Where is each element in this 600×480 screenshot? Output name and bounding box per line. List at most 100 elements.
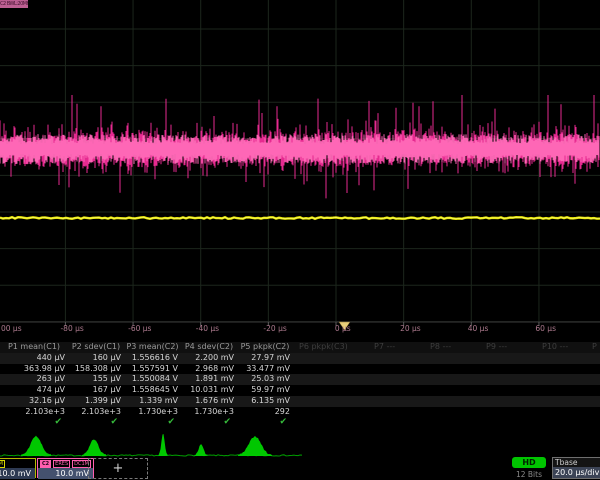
measure-cell-empty xyxy=(368,353,424,364)
measure-histicon xyxy=(159,434,168,456)
measure-histicon xyxy=(195,444,208,456)
measure-cell-value: 1.556616 V xyxy=(124,353,181,364)
measure-cell-max: 474 µV xyxy=(0,385,68,396)
measure-cell-empty xyxy=(293,374,368,385)
measure-header[interactable]: P5 pkpk(C2) xyxy=(237,342,293,353)
measure-cell-empty xyxy=(293,385,368,396)
measure-cell-empty xyxy=(293,353,368,364)
timebase-value: 20.0 µs/div xyxy=(553,467,600,478)
measure-header-inactive[interactable]: P9 --- xyxy=(480,342,536,353)
measure-header-inactive[interactable]: P10 --- xyxy=(536,342,586,353)
measure-cell-mean: 2.968 mV xyxy=(181,364,237,375)
measure-cell-empty xyxy=(480,364,536,375)
measure-cell-num: 1.730e+3 xyxy=(124,407,181,418)
measure-cell-value: 27.97 mV xyxy=(237,353,293,364)
measure-cell-empty xyxy=(536,374,586,385)
measure-cell-min: 263 µV xyxy=(0,374,68,385)
add-trace-button[interactable]: + xyxy=(88,458,148,479)
timebase-descriptor[interactable]: Tbase 20.0 µs/div xyxy=(552,457,600,479)
measure-cell-min: 25.03 mV xyxy=(237,374,293,385)
measure-cell-empty xyxy=(424,396,480,407)
time-axis-label: -20 µs xyxy=(263,324,286,333)
time-axis-label: 00 µs xyxy=(1,324,22,333)
measure-cell-empty xyxy=(293,364,368,375)
c2-volts-div: 10.0 mV xyxy=(38,468,93,479)
measure-header-inactive[interactable]: P xyxy=(586,342,600,353)
hd-bits-label: 12 Bits xyxy=(510,470,548,479)
measure-cell-empty xyxy=(368,396,424,407)
measure-cell-sdev: 1.339 mV xyxy=(124,396,181,407)
measure-cell-max: 10.031 mV xyxy=(181,385,237,396)
channel-c2-descriptor[interactable]: C2ERESDC1M 10.0 mV xyxy=(37,458,94,478)
graticule[interactable] xyxy=(0,0,600,338)
measure-cell-empty xyxy=(368,407,424,418)
measure-cell-mean: 1.557591 V xyxy=(124,364,181,375)
measure-cell-num: 2.103e+3 xyxy=(68,407,124,418)
measure-cell-value: 160 µV xyxy=(68,353,124,364)
measure-header[interactable]: P4 sdev(C2) xyxy=(181,342,237,353)
descriptor-bar: C1DC1M 10.0 mV C2ERESDC1M 10.0 mV + HD 1… xyxy=(0,457,600,480)
channel-c1-descriptor[interactable]: C1DC1M 10.0 mV xyxy=(0,458,36,478)
trace-label-badge[interactable]: C2 BWL:20MHz xyxy=(0,0,28,8)
measure-cell-min: 1.550084 V xyxy=(124,374,181,385)
measure-cell-sdev: 6.135 mV xyxy=(237,396,293,407)
coupling-badge-dc1m: DC1M xyxy=(0,460,5,468)
measure-cell-empty xyxy=(293,407,368,418)
measure-cell-empty xyxy=(536,364,586,375)
measure-header-inactive[interactable]: P6 pkpk(C3) xyxy=(293,342,368,353)
measure-cell-empty xyxy=(293,418,368,427)
measure-cell-empty xyxy=(536,418,586,427)
measure-header-inactive[interactable]: P7 --- xyxy=(368,342,424,353)
coupling-badge-eres: ERES xyxy=(53,460,70,468)
measure-histicon xyxy=(21,436,51,456)
measure-cell-num: 1.730e+3 xyxy=(181,407,237,418)
measure-cell-max: 167 µV xyxy=(68,385,124,396)
measure-cell-empty xyxy=(368,364,424,375)
measure-cell-empty xyxy=(536,407,586,418)
measure-cell-empty xyxy=(368,418,424,427)
measure-cell-max: 59.97 mV xyxy=(237,385,293,396)
measure-cell-empty xyxy=(424,364,480,375)
coupling-badge-c2: C2 xyxy=(40,460,51,468)
measure-cell-empty xyxy=(424,407,480,418)
measure-cell-mean: 158.308 µV xyxy=(68,364,124,375)
measure-cell-num: 2.103e+3 xyxy=(0,407,68,418)
measure-header[interactable]: P2 sdev(C1) xyxy=(68,342,124,353)
measure-cell-num: 292 xyxy=(237,407,293,418)
time-axis: 00 µs-80 µs-60 µs-40 µs-20 µs0 µs20 µs40… xyxy=(0,323,600,336)
time-axis-label: 20 µs xyxy=(400,324,421,333)
measure-cell-empty xyxy=(536,396,586,407)
measure-cell-sdev: 1.399 µV xyxy=(68,396,124,407)
oscilloscope-screen: C2 BWL:20MHz 00 µs-80 µs-60 µs-40 µs-20 … xyxy=(0,0,600,480)
time-axis-label: 40 µs xyxy=(468,324,489,333)
time-axis-label: -40 µs xyxy=(196,324,219,333)
measure-cell-empty xyxy=(480,407,536,418)
measure-cell-empty xyxy=(586,418,600,427)
time-axis-label: 60 µs xyxy=(535,324,556,333)
measure-cell-sdev: 1.676 mV xyxy=(181,396,237,407)
measure-histicon xyxy=(238,436,272,456)
measure-header[interactable]: P3 mean(C2) xyxy=(124,342,181,353)
c1-volts-div: 10.0 mV xyxy=(0,468,35,479)
measure-header-inactive[interactable]: P8 --- xyxy=(424,342,480,353)
measure-cell-empty xyxy=(480,353,536,364)
measure-status-check: ✔ xyxy=(181,418,237,427)
measure-cell-empty xyxy=(480,418,536,427)
measure-header[interactable]: P1 mean(C1) xyxy=(0,342,68,353)
measure-status-check: ✔ xyxy=(0,418,68,427)
measure-cell-empty xyxy=(424,353,480,364)
hd-mode-badge[interactable]: HD xyxy=(512,457,546,468)
measure-cell-empty xyxy=(536,385,586,396)
measure-status-check: ✔ xyxy=(237,418,293,427)
measure-cell-empty xyxy=(424,374,480,385)
measure-table[interactable]: P1 mean(C1)P2 sdev(C1)P3 mean(C2)P4 sdev… xyxy=(0,342,600,432)
measure-cell-empty xyxy=(424,418,480,427)
timebase-title: Tbase xyxy=(553,458,600,467)
measure-cell-mean: 363.98 µV xyxy=(0,364,68,375)
measure-cell-empty xyxy=(368,374,424,385)
measure-status-check: ✔ xyxy=(68,418,124,427)
measure-histicon xyxy=(82,440,106,456)
measure-cell-sdev: 32.16 µV xyxy=(0,396,68,407)
measure-cell-empty xyxy=(586,385,600,396)
measure-cell-empty xyxy=(368,385,424,396)
